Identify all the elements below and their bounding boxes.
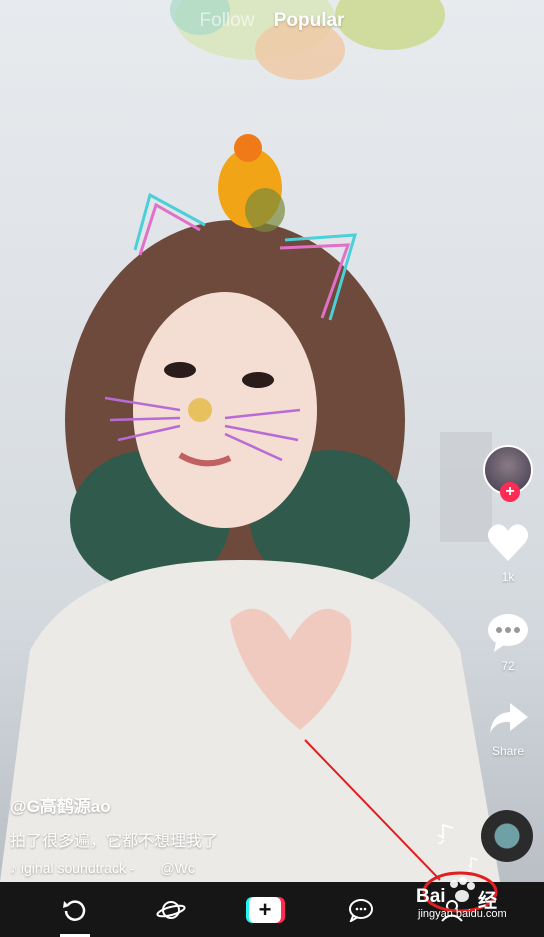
comment-icon xyxy=(488,614,528,652)
tab-follow[interactable]: Follow xyxy=(200,10,255,31)
planet-icon xyxy=(156,900,186,919)
watermark-bai: Bai xyxy=(416,886,446,907)
floating-note-icon xyxy=(438,823,454,844)
username[interactable]: @G高鹤源ao xyxy=(10,792,218,817)
comment-button[interactable]: 72 xyxy=(482,612,534,673)
tab-popular[interactable]: Popular xyxy=(274,10,345,31)
like-count: 1k xyxy=(501,570,515,584)
music-note-icon: ♪ xyxy=(10,860,17,876)
nav-create[interactable]: + xyxy=(235,882,295,937)
chat-bubble-icon xyxy=(349,898,373,922)
share-button[interactable]: Share xyxy=(482,701,534,758)
comment-count: 72 xyxy=(501,659,515,673)
right-action-rail: + 1k 72 Share xyxy=(482,445,534,758)
like-button[interactable]: 1k xyxy=(482,523,534,584)
video-frame xyxy=(0,0,500,882)
sound-title: iginal soundtrack - xyxy=(20,860,135,876)
watermark-url: jingyan.baidu.com xyxy=(418,908,507,920)
nav-inbox[interactable] xyxy=(331,882,391,937)
video-caption: @G高鹤源ao 拍了很多遍，它都不想理我了 ♪ iginal soundtrac… xyxy=(10,792,218,876)
nav-discover[interactable] xyxy=(141,882,201,937)
follow-badge[interactable]: + xyxy=(500,482,520,502)
refresh-icon xyxy=(63,899,86,921)
creator-avatar[interactable]: + xyxy=(483,445,533,502)
video-player[interactable]: Follow Popular + 1k 72 Share @G高鹤源ao 拍了很… xyxy=(0,0,544,882)
share-arrow-icon xyxy=(490,703,528,733)
share-label: Share xyxy=(491,744,525,758)
top-tabs: Follow Popular xyxy=(0,10,544,32)
heart-icon xyxy=(487,524,529,561)
create-button[interactable]: + xyxy=(246,896,285,923)
video-description: 拍了很多遍，它都不想理我了 xyxy=(10,833,219,850)
plus-icon: + xyxy=(249,896,281,923)
music-disc[interactable] xyxy=(481,810,533,862)
sound-row[interactable]: ♪ iginal soundtrack - @Wc xyxy=(10,860,218,876)
sound-author: @Wc xyxy=(160,860,195,876)
nav-refresh[interactable] xyxy=(45,882,105,937)
